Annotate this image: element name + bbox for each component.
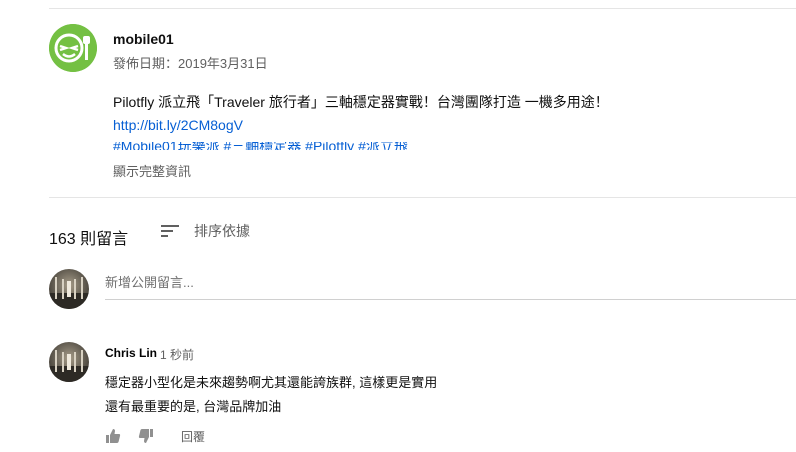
user-photo-icon: [49, 269, 89, 309]
publish-date: 發佈日期：2019年3月31日: [113, 56, 268, 71]
current-user-avatar[interactable]: [49, 269, 89, 309]
show-more-button[interactable]: 顯示完整資訊: [113, 161, 191, 180]
reply-button[interactable]: 回覆: [181, 428, 205, 445]
sort-icon: [161, 225, 179, 237]
comment-time[interactable]: 1 秒前: [160, 346, 194, 363]
top-divider: [49, 8, 796, 9]
comment-text-line: 穩定器小型化是未來趨勢啊尤其還能誇族群, 這樣更是實用: [105, 375, 438, 390]
comment-text-line: 還有最重要的是, 台灣品牌加油: [105, 399, 282, 414]
add-comment-input[interactable]: [105, 266, 796, 300]
comment-author-name[interactable]: Chris Lin: [105, 346, 157, 360]
comment-count: 163 則留言: [49, 231, 129, 248]
thumbs-up-icon: [106, 429, 121, 443]
thumbs-down-icon: [138, 429, 153, 443]
sort-button[interactable]: 排序依據: [160, 221, 250, 241]
description-link[interactable]: http://bit.ly/2CM8ogV: [113, 117, 243, 133]
author-photo-icon: [49, 342, 89, 382]
description-divider: [49, 197, 796, 198]
dislike-button[interactable]: [137, 427, 155, 445]
channel-avatar[interactable]: [49, 24, 97, 72]
channel-name[interactable]: mobile01: [113, 31, 174, 47]
description-hashtags-text[interactable]: #Mobile01玩樂派 #三軸穩定器 #Pilotfly #派立飛: [113, 142, 473, 150]
comment-author-avatar[interactable]: [49, 342, 89, 382]
description-line: Pilotfly 派立飛「Traveler 旅行者」三軸穩定器實戰！台灣團隊打造…: [113, 94, 609, 110]
description-hashtags[interactable]: #Mobile01玩樂派 #三軸穩定器 #Pilotfly #派立飛: [113, 142, 473, 150]
like-button[interactable]: [104, 427, 122, 445]
mobile01-logo-icon: [49, 24, 97, 72]
sort-label: 排序依據: [194, 223, 250, 239]
